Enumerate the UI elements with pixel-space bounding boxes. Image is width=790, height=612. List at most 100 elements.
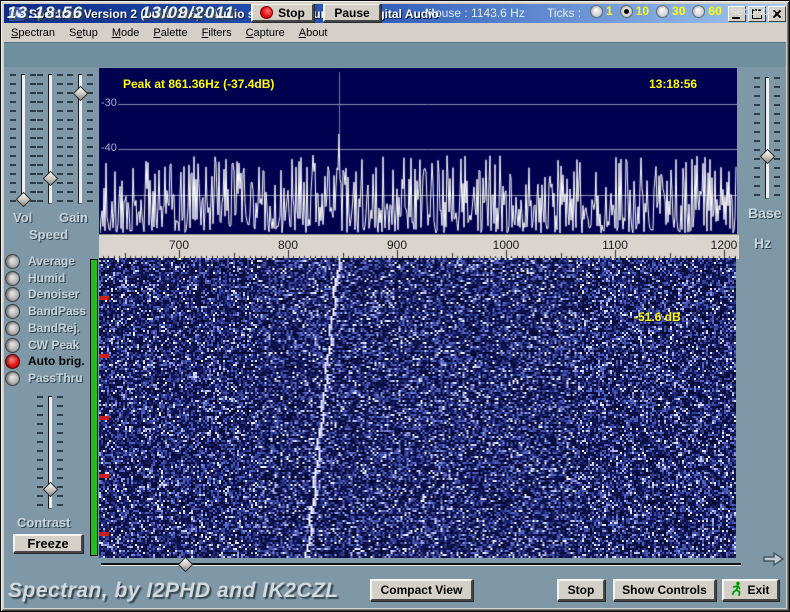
ticks-option-60[interactable]: 60 xyxy=(692,4,722,18)
led-icon[interactable] xyxy=(5,253,20,269)
running-man-icon xyxy=(731,581,743,599)
x-axis-label: 700 xyxy=(168,238,190,252)
frequency-offset-slider[interactable] xyxy=(99,556,743,573)
led-icon[interactable] xyxy=(5,320,20,336)
ticks-option-label: 10 xyxy=(635,4,650,18)
ticks-radio-group: 1 10 30 60 seconds xyxy=(590,4,775,18)
menu-about[interactable]: About xyxy=(292,25,335,41)
slider-ticks xyxy=(57,74,63,204)
frequency-axis: 700 800 900 1000 1100 1200 xyxy=(99,234,739,259)
led-row-auto-brig[interactable]: Auto brig. xyxy=(5,353,85,369)
x-axis-label: 1100 xyxy=(602,238,628,252)
vol-slider-thumb[interactable] xyxy=(15,191,32,208)
stop-button[interactable]: Stop xyxy=(251,3,314,22)
led-icon[interactable] xyxy=(5,370,20,386)
radio-icon[interactable] xyxy=(692,4,706,18)
menu-filters[interactable]: Filters xyxy=(195,25,239,41)
led-row-denoiser[interactable]: Denoiser xyxy=(5,286,80,302)
ticks-option-10[interactable]: 10 xyxy=(619,4,650,18)
led-row-average[interactable]: Average xyxy=(5,253,75,269)
led-row-bandpass[interactable]: BandPass xyxy=(5,303,87,319)
menu-capture[interactable]: Capture xyxy=(239,25,292,41)
speed-slider-thumb[interactable] xyxy=(42,170,59,187)
base-label: Base xyxy=(748,205,782,221)
pause-button[interactable]: Pause xyxy=(323,3,381,22)
ticks-option-label: 60 xyxy=(708,4,722,18)
led-row-humid[interactable]: Humid xyxy=(5,270,65,286)
slider-track xyxy=(765,77,769,199)
led-label: BandPass xyxy=(28,304,87,318)
slider-ticks xyxy=(30,74,36,204)
led-label: BandRej. xyxy=(28,321,81,335)
y-axis-label: -40 xyxy=(101,142,117,154)
led-row-passthru[interactable]: PassThru xyxy=(5,370,83,386)
spectran-window: Spectran Version 2 (build 216) - Audio s… xyxy=(0,0,790,612)
waterfall-display[interactable] xyxy=(99,258,736,558)
base-slider-thumb[interactable] xyxy=(759,148,776,165)
slider-ticks xyxy=(774,77,780,199)
led-icon[interactable] xyxy=(5,337,20,353)
gain-label: Gain xyxy=(59,210,88,225)
clock-display: 13:18:56 xyxy=(7,3,84,22)
base-slider[interactable] xyxy=(754,77,780,199)
exit-button[interactable]: Exit xyxy=(722,579,779,601)
speed-label: Speed xyxy=(29,227,69,242)
compact-view-label: Compact View xyxy=(380,583,463,597)
slider-track xyxy=(101,563,741,566)
footer-stop-button[interactable]: Stop xyxy=(557,579,605,601)
radio-icon[interactable] xyxy=(656,4,670,18)
led-row-cw-peak[interactable]: CW Peak xyxy=(5,337,80,353)
scroll-right-arrow[interactable] xyxy=(760,549,786,574)
contrast-slider-thumb[interactable] xyxy=(42,481,59,498)
slider-ticks xyxy=(37,396,43,509)
speed-slider[interactable] xyxy=(37,74,63,204)
x-axis-label: 1200 xyxy=(710,238,738,252)
show-controls-button[interactable]: Show Controls xyxy=(613,579,716,601)
footer-stop-label: Stop xyxy=(567,583,595,597)
slider-ticks xyxy=(10,74,16,204)
y-axis-label: -30 xyxy=(101,97,117,109)
hz-unit-label: Hz xyxy=(754,235,772,251)
led-label: Auto brig. xyxy=(28,354,85,368)
gain-slider-thumb[interactable] xyxy=(72,85,89,102)
vol-label: Vol xyxy=(13,210,33,225)
menu-palette[interactable]: Palette xyxy=(146,25,194,41)
spectrum-plot[interactable] xyxy=(99,68,737,234)
exit-button-label: Exit xyxy=(747,583,770,597)
freeze-button[interactable]: Freeze xyxy=(13,534,83,553)
led-row-bandrej[interactable]: BandRej. xyxy=(5,320,81,336)
led-icon[interactable] xyxy=(5,270,20,286)
seconds-unit-label: seconds xyxy=(730,4,776,18)
contrast-slider[interactable] xyxy=(37,396,63,509)
radio-icon[interactable] xyxy=(590,4,603,18)
led-icon[interactable] xyxy=(5,303,20,319)
show-controls-label: Show Controls xyxy=(622,583,707,597)
led-label: CW Peak xyxy=(28,338,80,352)
freeze-button-label: Freeze xyxy=(27,536,69,551)
vol-slider[interactable] xyxy=(10,74,36,208)
slider-ticks xyxy=(37,74,43,204)
menu-setup[interactable]: Setup xyxy=(62,25,105,41)
menu-mode[interactable]: Mode xyxy=(105,25,147,41)
led-label: PassThru xyxy=(28,371,83,385)
led-label: Average xyxy=(28,254,75,268)
ticks-option-1[interactable]: 1 xyxy=(590,4,613,18)
credit-text: Spectran, by I2PHD and IK2CZL xyxy=(8,579,339,602)
mouse-frequency-readout: Mouse : 1143.6 Hz xyxy=(425,6,525,20)
slider-track xyxy=(21,74,25,204)
menu-spectran[interactable]: Spectran xyxy=(4,25,62,41)
led-icon[interactable] xyxy=(5,353,20,369)
led-label: Denoiser xyxy=(28,287,80,301)
radio-icon[interactable] xyxy=(619,4,633,18)
led-icon[interactable] xyxy=(5,286,20,302)
ticks-option-30[interactable]: 30 xyxy=(656,4,685,18)
x-axis-label: 800 xyxy=(277,238,299,252)
peak-readout: Peak at 861.36Hz (-37.4dB) xyxy=(123,77,275,91)
waterfall-progress-bar xyxy=(90,259,98,556)
frequency-offset-thumb[interactable] xyxy=(177,556,194,573)
gain-slider[interactable] xyxy=(67,74,93,204)
spectrum-clock: 13:18:56 xyxy=(649,77,698,91)
compact-view-button[interactable]: Compact View xyxy=(370,579,473,601)
stop-button-label: Stop xyxy=(278,5,305,20)
x-axis-label: 900 xyxy=(386,238,408,252)
